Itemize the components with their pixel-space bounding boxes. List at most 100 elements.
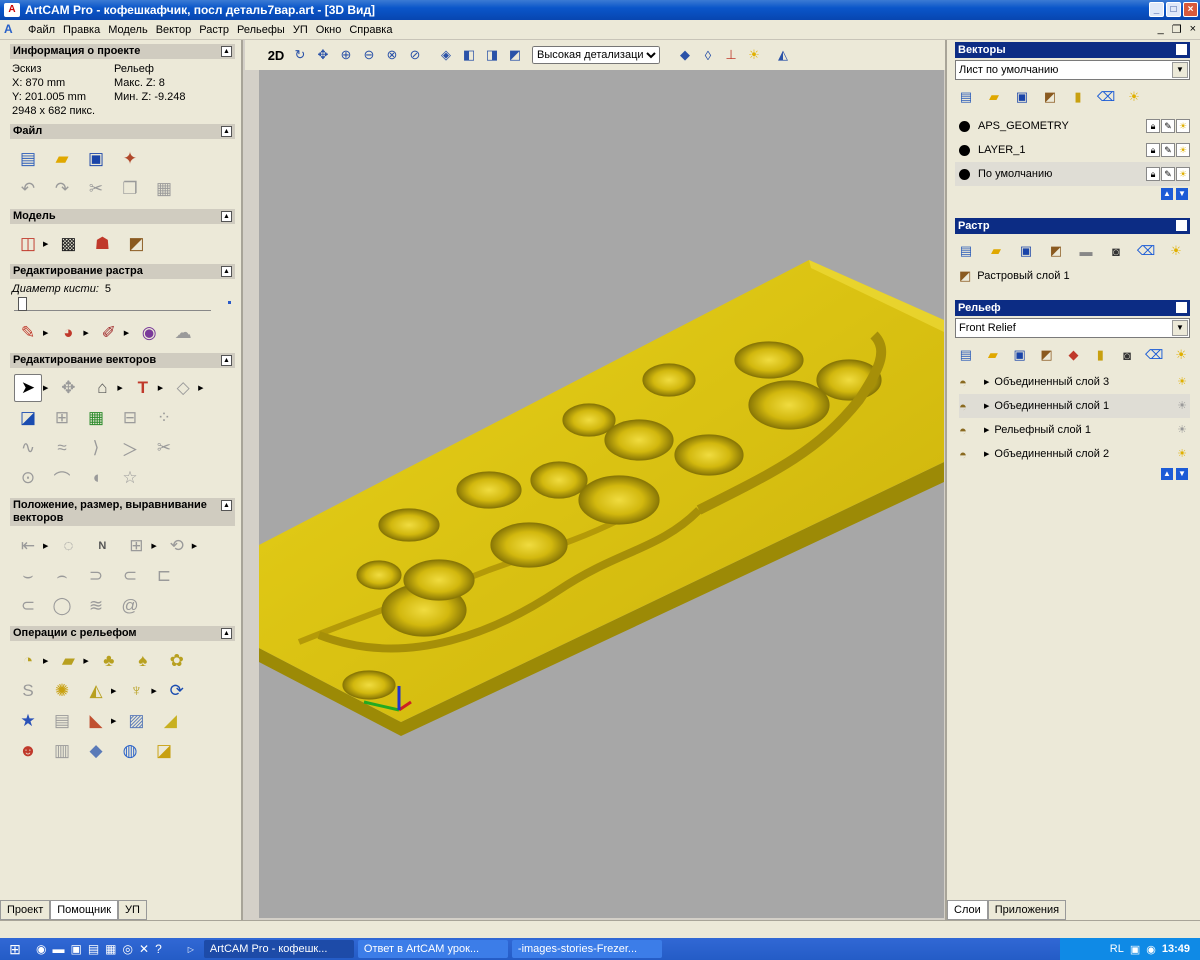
quicklaunch-app-icon[interactable]: ◉ (36, 942, 46, 956)
pen-icon[interactable]: ✎ (1161, 143, 1175, 157)
close-button[interactable]: × (1183, 2, 1198, 17)
relief-ops-header[interactable]: Операции с рельефом ▲ (10, 626, 235, 641)
sweep-icon[interactable]: ♣ (95, 647, 123, 675)
vectors-header[interactable]: Векторы ▲ (955, 42, 1190, 58)
render-icon[interactable]: ◭ (773, 45, 793, 65)
menu-edit[interactable]: Правка (59, 24, 104, 36)
relief-stack-icon[interactable]: ◆ (1065, 346, 1083, 364)
offset-icon[interactable]: ＞ (116, 434, 144, 462)
minimize-button[interactable]: _ (1149, 2, 1164, 17)
tray-network-icon[interactable]: ▣ (1130, 943, 1140, 956)
pen-icon[interactable]: ✎ (1161, 167, 1175, 181)
maximize-button[interactable]: □ (1166, 2, 1181, 17)
shape-icon[interactable]: ◇ (169, 374, 197, 402)
vector-edit-header[interactable]: Редактирование векторов ▲ (10, 353, 235, 368)
rotate-copy-icon[interactable]: ⟲ (163, 532, 191, 560)
bend4-icon[interactable]: ⊂ (116, 562, 144, 590)
envelope-icon[interactable]: ⊂ (14, 592, 42, 620)
top-view-icon[interactable]: ◧ (459, 45, 479, 65)
vector-layer-row[interactable]: LAYER_1 🔒︎ ✎ ☀ (955, 138, 1190, 162)
visibility-bulb-icon[interactable]: ☀ (1174, 398, 1190, 414)
model-header[interactable]: Модель ▲ (10, 209, 235, 224)
smooth-relief-icon[interactable]: ◭ (82, 677, 110, 705)
chevron-down-icon[interactable]: ▼ (1172, 62, 1188, 78)
spin-icon[interactable]: ✿ (163, 647, 191, 675)
bend3-icon[interactable]: ⊃ (82, 562, 110, 590)
trim-icon[interactable]: ✂ (150, 434, 178, 462)
axes-icon[interactable]: ⊥ (721, 45, 741, 65)
join-icon[interactable]: ⟩ (82, 434, 110, 462)
vector-layer-row[interactable]: APS_GEOMETRY 🔒︎ ✎ ☀ (955, 114, 1190, 138)
material-icon[interactable]: ◩ (122, 230, 150, 258)
collapse-icon[interactable]: ▲ (221, 46, 232, 57)
menu-help[interactable]: Справка (345, 24, 396, 36)
vector-sheet-select[interactable]: Лист по умолчанию ▼ (955, 60, 1190, 80)
menu-reliefs[interactable]: Рельефы (233, 24, 289, 36)
expand-icon[interactable]: ▶ (984, 450, 989, 458)
tab-layers[interactable]: Слои (947, 901, 988, 920)
chevron-down-icon[interactable]: ▼ (1172, 320, 1188, 336)
app-menu-icon[interactable]: A (4, 22, 20, 37)
lighting-bulb-icon[interactable]: ☀ (744, 45, 764, 65)
distort-icon[interactable]: ≋ (82, 592, 110, 620)
circle-array-icon[interactable]: ◌ (54, 532, 82, 560)
cylinder-icon[interactable]: ⊙ (14, 464, 42, 492)
relief-copy-icon[interactable]: ▮ (1091, 346, 1109, 364)
spiral-relief-icon[interactable]: S (14, 677, 42, 705)
quicklaunch-disk-icon[interactable]: ▣ (70, 942, 81, 956)
delete-layer-icon[interactable]: ⌫ (1097, 88, 1115, 106)
palette-icon[interactable]: ◉ (135, 319, 163, 347)
text-icon[interactable]: T (129, 374, 157, 402)
lock-icon[interactable]: 🔒︎ (1146, 119, 1160, 133)
brush-slider[interactable] (14, 297, 231, 311)
slice-icon[interactable]: ◣ (82, 707, 110, 735)
curve-icon[interactable]: ⌒ (48, 464, 76, 492)
expand-icon[interactable]: ▶ (984, 402, 989, 410)
node-edit-icon[interactable]: ⌂ (88, 374, 116, 402)
quicklaunch-excel-icon[interactable]: ✕ (139, 942, 149, 956)
layer-copy-icon[interactable]: ▮ (1069, 88, 1087, 106)
paint-brush-icon[interactable]: ✎ (14, 319, 42, 347)
face-relief-icon[interactable]: ☻ (14, 737, 42, 765)
relief-layer-row[interactable]: ◓ ▶ Объединенный слой 1 ☀ (959, 394, 1190, 418)
raster-show-icon[interactable]: ☀ (1167, 242, 1185, 260)
start-icon[interactable]: ⊞ (0, 941, 30, 958)
detail-level-select[interactable]: Высокая детализация (532, 46, 660, 64)
sculpt-icon[interactable]: ♆ (122, 677, 150, 705)
visibility-bulb-icon[interactable]: ☀ (1174, 446, 1190, 462)
paste-icon[interactable]: ▦ (150, 175, 178, 203)
redo-icon[interactable]: ↷ (48, 175, 76, 203)
shape-editor-icon[interactable]: ◔ (14, 647, 42, 675)
star-relief-icon[interactable]: ★ (14, 707, 42, 735)
smooth-icon[interactable]: ∿ (14, 434, 42, 462)
doc-minimize-button[interactable]: _ (1158, 23, 1164, 36)
fill-icon[interactable]: ◕ (54, 319, 82, 347)
star-icon[interactable]: ☆ (116, 464, 144, 492)
zoom-fit-icon[interactable]: ⊘ (405, 45, 425, 65)
grid-text-icon[interactable]: ▦ (82, 404, 110, 432)
nodes-icon[interactable]: ⁘ (150, 404, 178, 432)
relief-props-icon[interactable]: ◩ (1038, 346, 1056, 364)
view-2d-button[interactable]: 2D (265, 45, 287, 65)
tab-project[interactable]: Проект (0, 901, 51, 920)
layer-color-icon[interactable] (959, 168, 970, 180)
tray-volume-icon[interactable]: ◉ (1146, 943, 1156, 956)
front-view-icon[interactable]: ◨ (482, 45, 502, 65)
open-folder-icon[interactable]: ▰ (48, 145, 76, 173)
lighting-icon[interactable]: ☗ (88, 230, 116, 258)
texture-icon[interactable]: ▤ (48, 707, 76, 735)
wrap-icon[interactable]: ⟳ (163, 677, 191, 705)
cloud-icon[interactable]: ☁ (169, 319, 197, 347)
lock-icon[interactable]: 🔒︎ (1146, 167, 1160, 181)
ellipse-icon[interactable]: ◯ (48, 592, 76, 620)
collapse-icon[interactable]: ▲ (221, 355, 232, 366)
project-info-header[interactable]: Информация о проекте ▲ (10, 44, 235, 59)
zoom-out-icon[interactable]: ⊖ (359, 45, 379, 65)
save-icon[interactable]: ▣ (82, 145, 110, 173)
new-layer-icon[interactable]: ▤ (957, 88, 975, 106)
extrude-icon[interactable]: ▰ (54, 647, 82, 675)
tab-toolpaths[interactable]: УП (118, 901, 147, 920)
block-copy-icon[interactable]: ⊞ (122, 532, 150, 560)
collapse-icon[interactable]: ▲ (221, 266, 232, 277)
layer-props-icon[interactable]: ◩ (1041, 88, 1059, 106)
